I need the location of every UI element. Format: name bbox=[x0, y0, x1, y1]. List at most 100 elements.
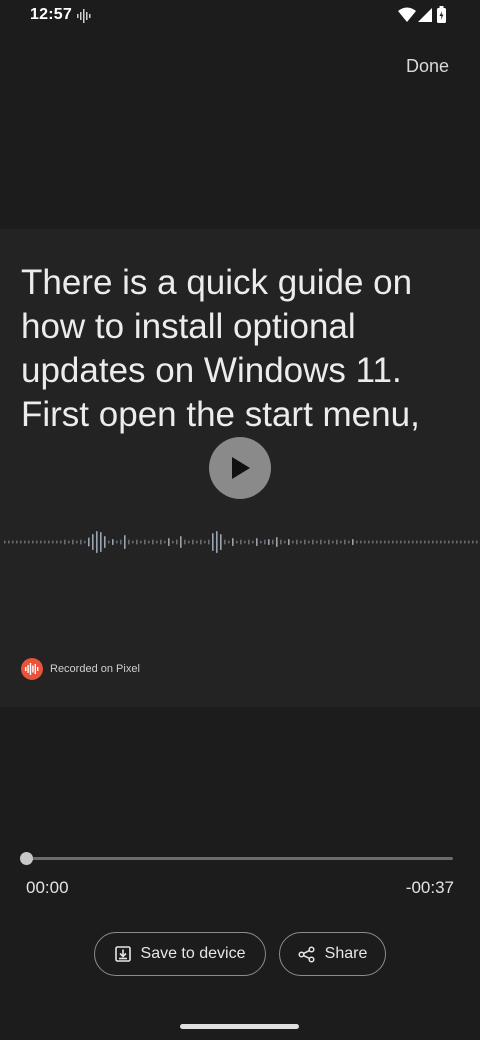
waveform-bar bbox=[352, 539, 354, 545]
waveform-bar bbox=[360, 540, 362, 544]
waveform-bar bbox=[296, 539, 298, 545]
waveform-bar bbox=[344, 539, 346, 545]
waveform-bar bbox=[108, 540, 110, 544]
waveform-bar bbox=[224, 539, 226, 545]
waveform-bar bbox=[96, 531, 98, 553]
waveform-bar bbox=[372, 540, 374, 544]
waveform-bar bbox=[420, 540, 422, 544]
waveform-bar bbox=[232, 538, 234, 546]
waveform-bar bbox=[136, 539, 138, 545]
waveform-bar bbox=[144, 539, 146, 545]
waveform-bar bbox=[4, 540, 6, 544]
waveform-bar bbox=[348, 540, 350, 544]
waveform-bar bbox=[308, 540, 310, 544]
play-button[interactable] bbox=[209, 437, 271, 499]
waveform-bar bbox=[340, 540, 342, 544]
waveform-bar bbox=[464, 540, 466, 544]
waveform-bar bbox=[16, 540, 18, 544]
waveform-bar bbox=[292, 540, 294, 544]
waveform-bar bbox=[364, 540, 366, 544]
waveform-bar bbox=[160, 539, 162, 545]
waveform-bar bbox=[40, 540, 42, 544]
waveform-bar bbox=[272, 539, 274, 545]
waveform-bar bbox=[376, 540, 378, 544]
download-icon bbox=[114, 946, 131, 962]
playback-progress-track[interactable] bbox=[26, 857, 453, 860]
waveform-bar bbox=[468, 540, 470, 544]
save-to-device-button[interactable]: Save to device bbox=[94, 932, 266, 976]
waveform-bar bbox=[92, 534, 94, 550]
waveform-bar bbox=[104, 536, 106, 548]
waveform-bar bbox=[380, 540, 382, 544]
waveform-bar bbox=[20, 540, 22, 544]
playback-progress-thumb[interactable] bbox=[20, 852, 33, 865]
waveform-bar bbox=[64, 539, 66, 545]
waveform-bar bbox=[416, 540, 418, 544]
waveform-bar bbox=[60, 540, 62, 544]
save-to-device-label: Save to device bbox=[140, 945, 246, 962]
waveform-bar bbox=[328, 539, 330, 545]
play-icon bbox=[232, 457, 250, 479]
waveform-bar bbox=[300, 540, 302, 544]
waveform-bar bbox=[316, 540, 318, 544]
battery-icon bbox=[437, 6, 446, 23]
recorded-on-row: Recorded on Pixel bbox=[21, 658, 140, 680]
waveform-bar bbox=[120, 539, 122, 545]
elapsed-time: 00:00 bbox=[26, 878, 69, 897]
waveform-bar bbox=[148, 540, 150, 544]
waveform-bar bbox=[156, 540, 158, 544]
done-button[interactable]: Done bbox=[406, 56, 449, 77]
waveform-bar bbox=[68, 540, 70, 544]
waveform-bar bbox=[84, 540, 86, 544]
share-label: Share bbox=[324, 945, 368, 962]
waveform-bar bbox=[176, 539, 178, 545]
waveform-bar bbox=[208, 539, 210, 545]
waveform-bar bbox=[264, 539, 266, 545]
wifi-icon bbox=[398, 7, 416, 22]
waveform-bar bbox=[116, 540, 118, 544]
waveform-bar bbox=[248, 539, 250, 545]
status-time: 12:57 bbox=[30, 6, 72, 23]
status-bar: 12:57 bbox=[0, 0, 480, 32]
waveform-bar bbox=[304, 539, 306, 545]
waveform-bar bbox=[280, 539, 282, 545]
waveform-bar bbox=[140, 540, 142, 544]
waveform-bar bbox=[200, 539, 202, 545]
waveform-bar bbox=[428, 540, 430, 544]
cell-signal-icon bbox=[418, 8, 432, 22]
waveform-bar bbox=[184, 539, 186, 545]
waveform-bar bbox=[12, 540, 14, 544]
waveform-bar bbox=[196, 540, 198, 544]
transcript-text: There is a quick guide on how to install… bbox=[21, 263, 420, 434]
waveform-bar bbox=[8, 540, 10, 544]
waveform-bar bbox=[28, 540, 30, 544]
waveform-bar bbox=[164, 540, 166, 544]
waveform-bar bbox=[256, 538, 258, 546]
waveform-bar bbox=[76, 540, 78, 544]
share-button[interactable]: Share bbox=[279, 932, 386, 976]
waveform-bar bbox=[400, 540, 402, 544]
waveform-bar bbox=[356, 540, 358, 544]
waveform-bar bbox=[168, 538, 170, 546]
waveform-bar bbox=[260, 540, 262, 544]
waveform-icon bbox=[77, 9, 91, 23]
waveform-bar bbox=[312, 539, 314, 545]
clip-card: There is a quick guide on how to install… bbox=[0, 229, 480, 707]
waveform-bar bbox=[252, 540, 254, 544]
waveform-bar bbox=[124, 535, 126, 549]
waveform-bar bbox=[412, 540, 414, 544]
waveform-bar bbox=[228, 540, 230, 544]
waveform-bar bbox=[132, 540, 134, 544]
waveform-bar bbox=[216, 531, 218, 553]
recorded-on-label: Recorded on Pixel bbox=[50, 663, 140, 675]
gesture-nav-handle[interactable] bbox=[180, 1024, 299, 1029]
waveform-bar bbox=[388, 540, 390, 544]
waveform-bar bbox=[396, 540, 398, 544]
waveform-bar bbox=[236, 540, 238, 544]
waveform-bar bbox=[448, 540, 450, 544]
waveform-bar bbox=[44, 540, 46, 544]
waveform-bar bbox=[152, 539, 154, 545]
waveform-bar bbox=[88, 537, 90, 547]
waveform-bar bbox=[472, 540, 474, 544]
waveform-bar bbox=[172, 540, 174, 544]
